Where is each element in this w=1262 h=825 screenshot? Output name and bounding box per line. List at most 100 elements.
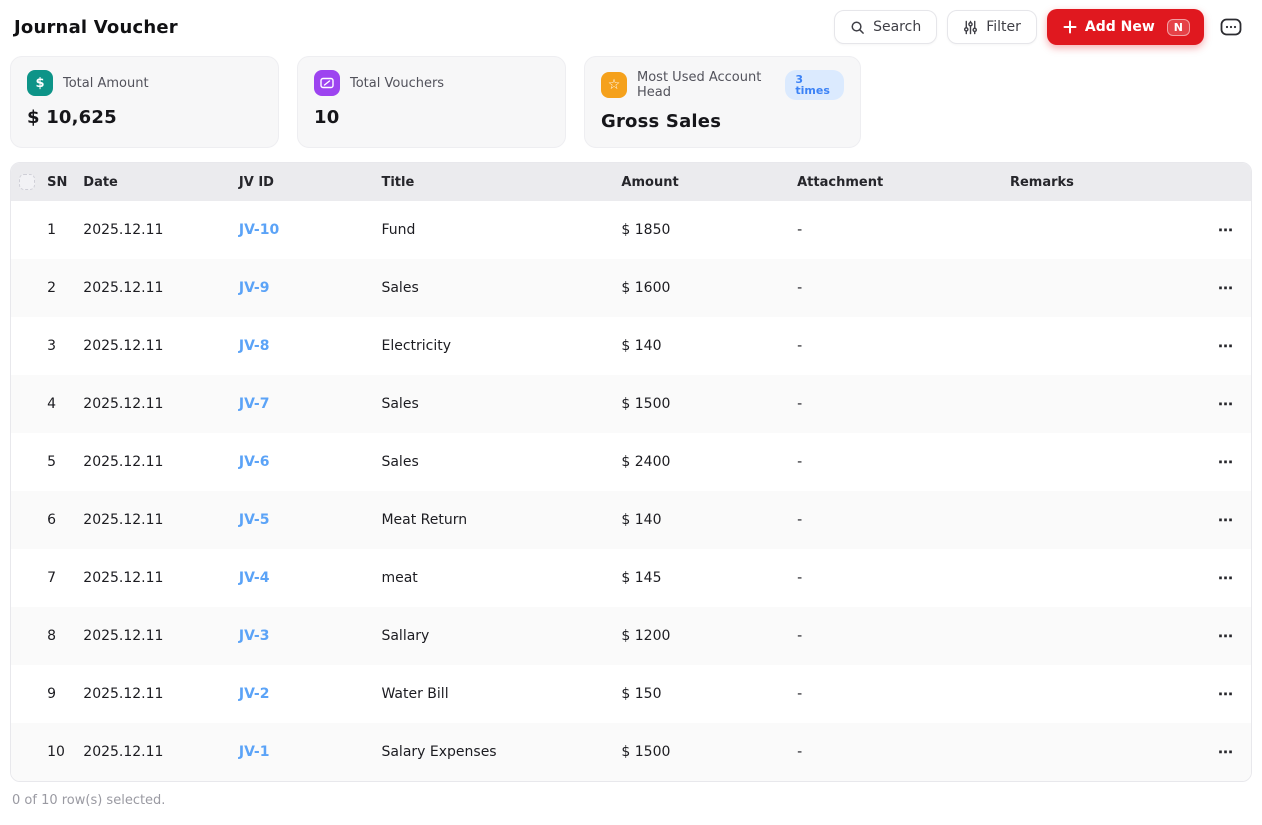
most-used-label: Most Used Account Head (637, 70, 773, 100)
table-row[interactable]: 1 2025.12.11 JV-10 Fund $ 1850 - ⋯ (11, 201, 1251, 259)
row-remarks (1010, 549, 1201, 607)
row-attachment: - (797, 375, 1010, 433)
more-options-button[interactable] (1216, 12, 1246, 42)
row-check-cell (11, 723, 47, 781)
row-title: meat (381, 549, 621, 607)
topbar-actions: Search Filter Add New N (834, 9, 1246, 45)
row-sn: 10 (47, 723, 83, 781)
row-remarks (1010, 607, 1201, 665)
voucher-table: SN Date JV ID Title Amount Attachment Re… (10, 162, 1252, 782)
row-check-cell (11, 317, 47, 375)
jv-id-link[interactable]: JV-1 (239, 744, 270, 760)
selection-status: 0 of 10 row(s) selected. (0, 782, 1262, 808)
jv-id-link[interactable]: JV-6 (239, 454, 270, 470)
row-date: 2025.12.11 (83, 375, 239, 433)
most-used-card: ☆ Most Used Account Head 3 times Gross S… (584, 56, 861, 148)
jv-id-link[interactable]: JV-9 (239, 280, 270, 296)
row-amount: $ 1600 (621, 259, 797, 317)
jv-id-link[interactable]: JV-8 (239, 338, 270, 354)
row-attachment: - (797, 433, 1010, 491)
row-actions-button[interactable]: ⋯ (1212, 509, 1240, 532)
table-row[interactable]: 3 2025.12.11 JV-8 Electricity $ 140 - ⋯ (11, 317, 1251, 375)
row-check-cell (11, 607, 47, 665)
row-date: 2025.12.11 (83, 549, 239, 607)
row-check-cell (11, 433, 47, 491)
jv-id-link[interactable]: JV-10 (239, 222, 279, 238)
table-header-row: SN Date JV ID Title Amount Attachment Re… (11, 163, 1251, 201)
search-icon (850, 20, 865, 35)
column-header-sn: SN (47, 163, 83, 201)
table-row[interactable]: 7 2025.12.11 JV-4 meat $ 145 - ⋯ (11, 549, 1251, 607)
table-row[interactable]: 6 2025.12.11 JV-5 Meat Return $ 140 - ⋯ (11, 491, 1251, 549)
row-date: 2025.12.11 (83, 259, 239, 317)
row-check-cell (11, 259, 47, 317)
column-header-actions (1201, 163, 1251, 201)
row-amount: $ 145 (621, 549, 797, 607)
row-sn: 7 (47, 549, 83, 607)
row-actions-button[interactable]: ⋯ (1212, 277, 1240, 300)
row-remarks (1010, 665, 1201, 723)
table-row[interactable]: 5 2025.12.11 JV-6 Sales $ 2400 - ⋯ (11, 433, 1251, 491)
row-attachment: - (797, 549, 1010, 607)
row-actions-button[interactable]: ⋯ (1212, 683, 1240, 706)
table-row[interactable]: 4 2025.12.11 JV-7 Sales $ 1500 - ⋯ (11, 375, 1251, 433)
star-icon: ☆ (601, 72, 627, 98)
row-actions-button[interactable]: ⋯ (1212, 625, 1240, 648)
table-row[interactable]: 10 2025.12.11 JV-1 Salary Expenses $ 150… (11, 723, 1251, 781)
search-button[interactable]: Search (834, 10, 937, 44)
usage-count-badge: 3 times (785, 70, 844, 100)
table-row[interactable]: 8 2025.12.11 JV-3 Sallary $ 1200 - ⋯ (11, 607, 1251, 665)
jv-id-link[interactable]: JV-2 (239, 686, 270, 702)
stat-cards: $ Total Amount $ 10,625 Total Vouchers 1… (0, 52, 1262, 148)
topbar: Journal Voucher Search Filter (0, 0, 1262, 52)
row-date: 2025.12.11 (83, 433, 239, 491)
row-actions-button[interactable]: ⋯ (1212, 451, 1240, 474)
total-amount-value: $ 10,625 (27, 107, 262, 128)
page-title: Journal Voucher (14, 17, 178, 38)
row-attachment: - (797, 201, 1010, 259)
row-remarks (1010, 317, 1201, 375)
row-attachment: - (797, 665, 1010, 723)
row-check-cell (11, 491, 47, 549)
column-header-date: Date (83, 163, 239, 201)
most-used-value: Gross Sales (601, 111, 844, 132)
row-actions-button[interactable]: ⋯ (1212, 219, 1240, 242)
table-row[interactable]: 2 2025.12.11 JV-9 Sales $ 1600 - ⋯ (11, 259, 1251, 317)
row-actions-button[interactable]: ⋯ (1212, 393, 1240, 416)
row-title: Water Bill (381, 665, 621, 723)
filter-button[interactable]: Filter (947, 10, 1037, 44)
row-title: Salary Expenses (381, 723, 621, 781)
row-title: Electricity (381, 317, 621, 375)
row-title: Fund (381, 201, 621, 259)
row-amount: $ 140 (621, 491, 797, 549)
plus-icon (1063, 20, 1077, 34)
row-remarks (1010, 259, 1201, 317)
jv-id-link[interactable]: JV-4 (239, 570, 270, 586)
row-date: 2025.12.11 (83, 201, 239, 259)
row-sn: 5 (47, 433, 83, 491)
row-attachment: - (797, 491, 1010, 549)
row-actions-button[interactable]: ⋯ (1212, 567, 1240, 590)
row-attachment: - (797, 607, 1010, 665)
jv-id-link[interactable]: JV-3 (239, 628, 270, 644)
search-button-label: Search (873, 19, 921, 35)
row-sn: 3 (47, 317, 83, 375)
table-row[interactable]: 9 2025.12.11 JV-2 Water Bill $ 150 - ⋯ (11, 665, 1251, 723)
row-title: Meat Return (381, 491, 621, 549)
column-header-attachment: Attachment (797, 163, 1010, 201)
column-header-jv-id: JV ID (239, 163, 382, 201)
row-remarks (1010, 375, 1201, 433)
row-title: Sallary (381, 607, 621, 665)
jv-id-link[interactable]: JV-5 (239, 512, 270, 528)
row-date: 2025.12.11 (83, 317, 239, 375)
filter-icon (963, 20, 978, 35)
row-sn: 2 (47, 259, 83, 317)
total-vouchers-value: 10 (314, 107, 549, 128)
row-actions-button[interactable]: ⋯ (1212, 741, 1240, 764)
add-new-button[interactable]: Add New N (1047, 9, 1204, 45)
select-all-checkbox[interactable] (19, 174, 35, 190)
row-actions-button[interactable]: ⋯ (1212, 335, 1240, 358)
jv-id-link[interactable]: JV-7 (239, 396, 270, 412)
column-header-remarks: Remarks (1010, 163, 1201, 201)
row-sn: 1 (47, 201, 83, 259)
